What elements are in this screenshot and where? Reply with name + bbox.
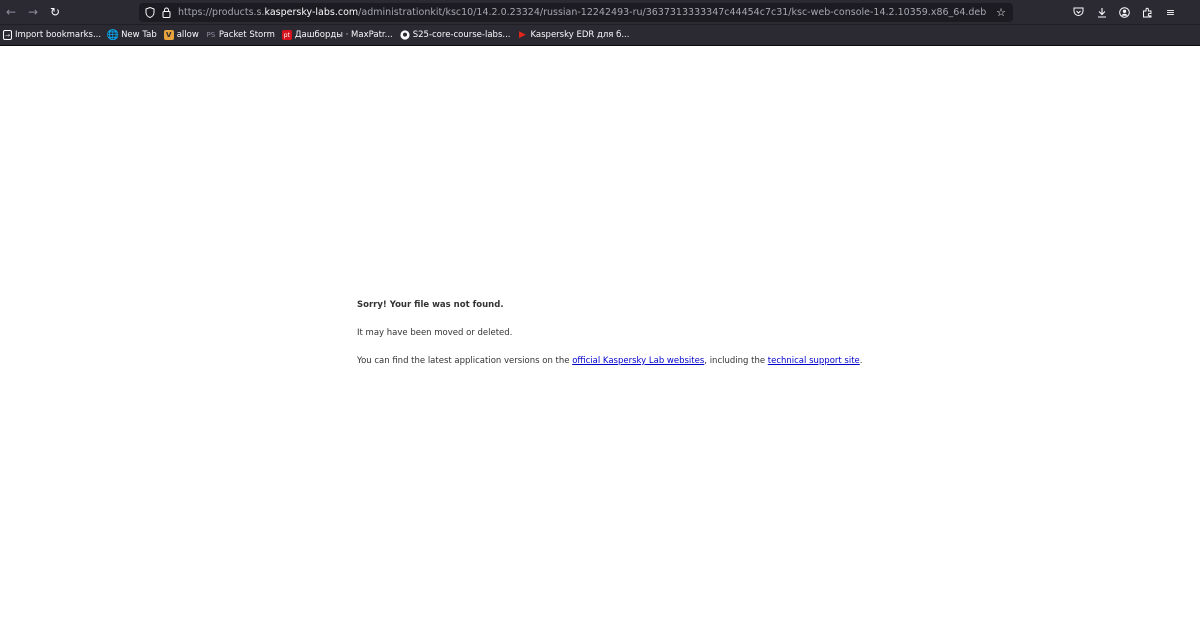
import-icon: → [3,30,12,40]
bookmark-label: Kaspersky EDR для б... [530,30,630,40]
url-text[interactable]: https://products.s.kaspersky-labs.com/ad… [178,7,993,18]
bookmark-label: S25-core-course-labs... [412,30,511,40]
bookmark-new-tab[interactable]: 🌐 New Tab [106,29,157,41]
error-help: You can find the latest application vers… [357,356,862,366]
play-icon: ▶ [519,30,526,40]
bookmark-label: allow [176,30,199,40]
github-icon [400,30,410,40]
bookmark-allow[interactable]: V allow [163,30,199,40]
browser-toolbar: ← → ↻ https://products.s.kaspersky-labs.… [0,0,1200,25]
bookmark-import[interactable]: → Import bookmarks... [3,30,101,40]
address-bar[interactable]: https://products.s.kaspersky-labs.com/ad… [139,3,1013,22]
technical-support-link[interactable]: technical support site [768,356,860,366]
allow-favicon: V [163,30,174,40]
globe-icon: 🌐 [106,29,120,41]
download-icon[interactable] [1092,3,1111,21]
url-prefix: https://products.s. [178,7,265,18]
extensions-icon[interactable] [1138,3,1157,21]
help-text-start: You can find the latest application vers… [357,356,573,366]
bookmarks-toolbar: → Import bookmarks... 🌐 New Tab V allow … [0,25,1200,46]
error-message: Sorry! Your file was not found. It may h… [357,300,862,366]
account-icon[interactable] [1115,3,1134,21]
bookmark-kaspersky-edr[interactable]: ▶ Kaspersky EDR для б... [517,30,629,40]
bookmark-label: Import bookmarks... [15,30,102,40]
help-text-end: . [859,356,863,366]
url-path: /administrationkit/ksc10/14.2.0.23324/ru… [358,7,987,18]
reload-icon[interactable]: ↻ [46,3,64,21]
pocket-icon[interactable] [1069,3,1088,21]
toolbar-right-icons: ≡ [1069,3,1180,21]
bookmark-label: Дашборды · MaxPatr... [294,30,393,40]
help-text-middle: , including the [704,356,768,366]
error-title: Sorry! Your file was not found. [357,300,504,310]
error-detail: It may have been moved or deleted. [357,328,513,338]
bookmark-label: Packet Storm [218,30,275,40]
back-arrow-icon[interactable]: ← [2,3,20,21]
bookmark-label: New Tab [121,30,157,40]
forward-arrow-icon[interactable]: → [24,3,42,21]
bookmark-github[interactable]: S25-core-course-labs... [400,30,511,40]
shield-icon[interactable] [142,5,158,21]
official-websites-link[interactable]: official Kaspersky Lab websites [572,356,704,366]
pt-favicon: pt [281,30,292,40]
packetstorm-favicon: PS [206,31,216,39]
star-icon[interactable]: ☆ [993,5,1009,21]
bookmark-packet-storm[interactable]: PS Packet Storm [206,30,275,40]
lock-icon[interactable] [158,5,174,21]
url-domain: kaspersky-labs.com [264,7,359,18]
menu-icon[interactable]: ≡ [1161,3,1180,21]
bookmark-maxpatrol[interactable]: pt Дашборды · MaxPatr... [281,30,393,40]
